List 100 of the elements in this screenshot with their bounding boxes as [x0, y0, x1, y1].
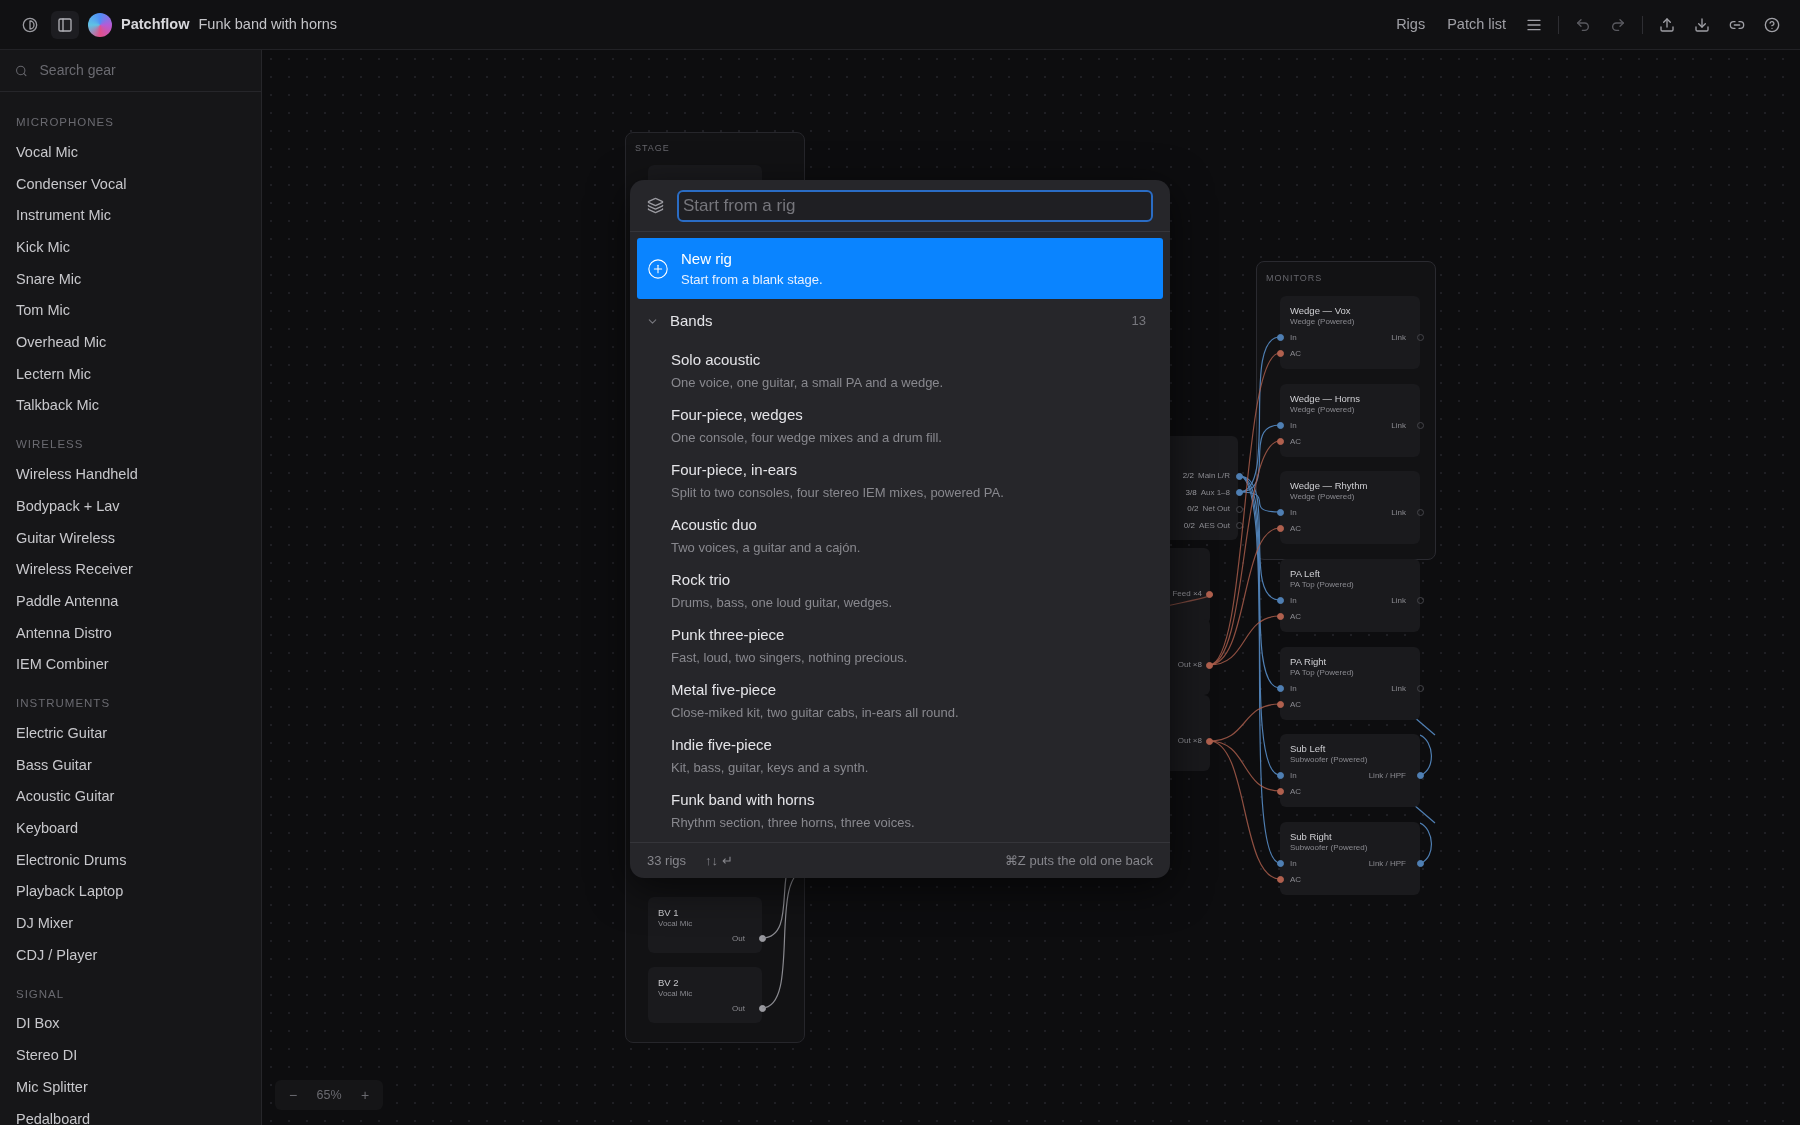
rig-option[interactable]: Solo acoustic One voice, one guitar, a small PA and a wedge.	[637, 343, 1163, 398]
new-rig-option[interactable]: New rig Start from a blank stage.	[637, 238, 1163, 299]
node-model: Vocal Mic	[658, 918, 693, 930]
speaker-node[interactable]	[1280, 647, 1420, 720]
option-description: Two voices, a guitar and a cajón.	[671, 539, 862, 557]
speaker-node[interactable]	[1280, 471, 1420, 544]
gear-item[interactable]: Playback Laptop	[0, 876, 261, 909]
redo-icon[interactable]	[1610, 16, 1626, 33]
port-label: In	[1290, 858, 1297, 870]
gear-item[interactable]: Overhead Mic	[0, 327, 261, 359]
arrow-keys-hint: ↑↓	[705, 851, 719, 870]
gear-item[interactable]: Electric Guitar	[0, 718, 261, 750]
node-title: BV 1	[658, 906, 679, 920]
port-count: 2/2	[1182, 470, 1194, 482]
gear-item[interactable]: Keyboard	[0, 813, 261, 845]
option-description: Drums, bass, one loud guitar, wedges.	[671, 594, 894, 612]
gear-item[interactable]: IEM Combiner	[0, 649, 261, 681]
port-label: Out ×8	[1177, 659, 1202, 671]
port-label: In	[1290, 595, 1297, 607]
node-model: PA Top (Powered)	[1290, 579, 1354, 591]
device-node[interactable]	[648, 967, 762, 1023]
node-title: BV 2	[658, 976, 679, 990]
port-name: AES Out	[1198, 519, 1230, 532]
rig-option[interactable]: Funk band with horns Rhythm section, three horns, three voices.	[637, 783, 1163, 838]
group-count: 13	[1131, 312, 1146, 331]
port-label: AC	[1290, 699, 1302, 711]
layers-icon	[647, 197, 664, 214]
section-heading: SIGNAL	[15, 986, 66, 1002]
gear-item[interactable]: Mic Splitter	[0, 1071, 261, 1104]
option-title: Rock trio	[671, 569, 732, 590]
node-model: Subwoofer (Powered)	[1290, 754, 1368, 766]
device-node[interactable]	[648, 897, 762, 953]
gear-item[interactable]: DJ Mixer	[0, 908, 261, 940]
gear-item[interactable]: Snare Mic	[0, 263, 261, 296]
port-name: Net Out	[1202, 503, 1230, 515]
gear-item[interactable]: Bodypack + Lav	[0, 490, 261, 523]
node-title: Wedge — Vox	[1290, 304, 1351, 318]
option-title: Solo acoustic	[671, 349, 762, 370]
rig-option[interactable]: Indie five-piece Kit, bass, guitar, keys and a synth.	[637, 728, 1163, 783]
rig-option[interactable]: Punk three-piece Fast, loud, two singers, nothing precious.	[637, 618, 1163, 673]
port-label: Link / HPF	[1368, 858, 1406, 870]
zoom-level: 65%	[315, 1086, 343, 1104]
option-title: New rig	[681, 248, 733, 269]
gear-item[interactable]: Bass Guitar	[0, 749, 261, 782]
gear-item[interactable]: DI Box	[0, 1008, 261, 1041]
port-label: In	[1290, 683, 1297, 695]
gear-item[interactable]: Acoustic Guitar	[0, 781, 261, 814]
section-heading: MICROPHONES	[15, 115, 115, 130]
speaker-node[interactable]	[1280, 384, 1420, 457]
download-icon[interactable]	[1694, 16, 1710, 33]
rig-option[interactable]: Four-piece, wedges One console, four wedge mixes and a drum fill.	[637, 398, 1163, 453]
node-model: Wedge (Powered)	[1290, 316, 1355, 328]
speaker-node[interactable]	[1280, 734, 1420, 807]
undo-hint: ⌘Z puts the old one back	[1004, 851, 1153, 870]
gear-item[interactable]: Pedalboard	[0, 1103, 261, 1125]
gear-item[interactable]: Antenna Distro	[0, 617, 261, 650]
gear-item[interactable]: Electronic Drums	[0, 844, 261, 877]
rig-option[interactable]: Four-piece, in-ears Split to two consoles, four stereo IEM mixes, powered PA.	[637, 453, 1163, 508]
option-description: Start from a blank stage.	[681, 271, 823, 289]
panel-title: STAGE	[635, 142, 670, 155]
undo-icon[interactable]	[1575, 16, 1591, 33]
gear-item[interactable]: Talkback Mic	[0, 390, 261, 423]
port-label: Feed ×4	[1172, 588, 1202, 600]
gear-item[interactable]: Condenser Vocal	[0, 168, 261, 201]
sidebar-toggle-button[interactable]	[51, 10, 79, 39]
help-icon[interactable]	[1764, 16, 1780, 33]
search-field[interactable]: Search gear	[39, 60, 246, 81]
node-model: Wedge (Powered)	[1290, 404, 1355, 416]
gear-item[interactable]: Stereo DI	[0, 1040, 261, 1072]
rig-option[interactable]: Rock trio Drums, bass, one loud guitar, wedges.	[637, 563, 1163, 618]
port-count: 0/2	[1187, 503, 1199, 515]
rig-search-field[interactable]: Start from a rig	[677, 189, 1153, 222]
port-name: Aux 1–8	[1200, 486, 1230, 499]
gear-item[interactable]: Instrument Mic	[0, 200, 261, 233]
nav-link[interactable]: Rigs	[1396, 13, 1426, 36]
upload-icon[interactable]	[1659, 16, 1675, 33]
node-title: Sub Right	[1290, 830, 1332, 844]
node-title: PA Left	[1290, 567, 1320, 581]
speaker-node[interactable]	[1280, 822, 1420, 895]
option-title: Four-piece, in-ears	[671, 459, 798, 480]
gear-item[interactable]: Lectern Mic	[0, 358, 261, 391]
option-description: Close-miked kit, two guitar cabs, in-ears all round.	[671, 704, 960, 722]
speaker-node[interactable]	[1280, 296, 1420, 369]
gear-item[interactable]: Wireless Handheld	[0, 459, 261, 491]
rig-option[interactable]: Acoustic duo Two voices, a guitar and a cajón.	[637, 508, 1163, 563]
gear-item[interactable]: Tom Mic	[0, 295, 261, 328]
gear-item[interactable]: Wireless Receiver	[0, 554, 261, 586]
gear-item[interactable]: Vocal Mic	[0, 137, 261, 169]
node-model: Vocal Mic	[658, 988, 693, 1000]
option-title: Punk three-piece	[671, 624, 786, 645]
port-label: Out	[732, 1003, 745, 1015]
option-title: Acoustic duo	[671, 514, 758, 535]
gear-item[interactable]: Kick Mic	[0, 232, 261, 264]
rig-option[interactable]: Metal five-piece Close-miked kit, two guitar cabs, in-ears all round.	[637, 673, 1163, 728]
group-header[interactable]: Bands 13	[637, 299, 1163, 343]
gear-item[interactable]: Guitar Wireless	[0, 522, 261, 555]
nav-link[interactable]: Patch list	[1447, 13, 1506, 36]
gear-item[interactable]: CDJ / Player	[0, 939, 261, 972]
speaker-node[interactable]	[1280, 559, 1420, 632]
gear-item[interactable]: Paddle Antenna	[0, 585, 261, 618]
